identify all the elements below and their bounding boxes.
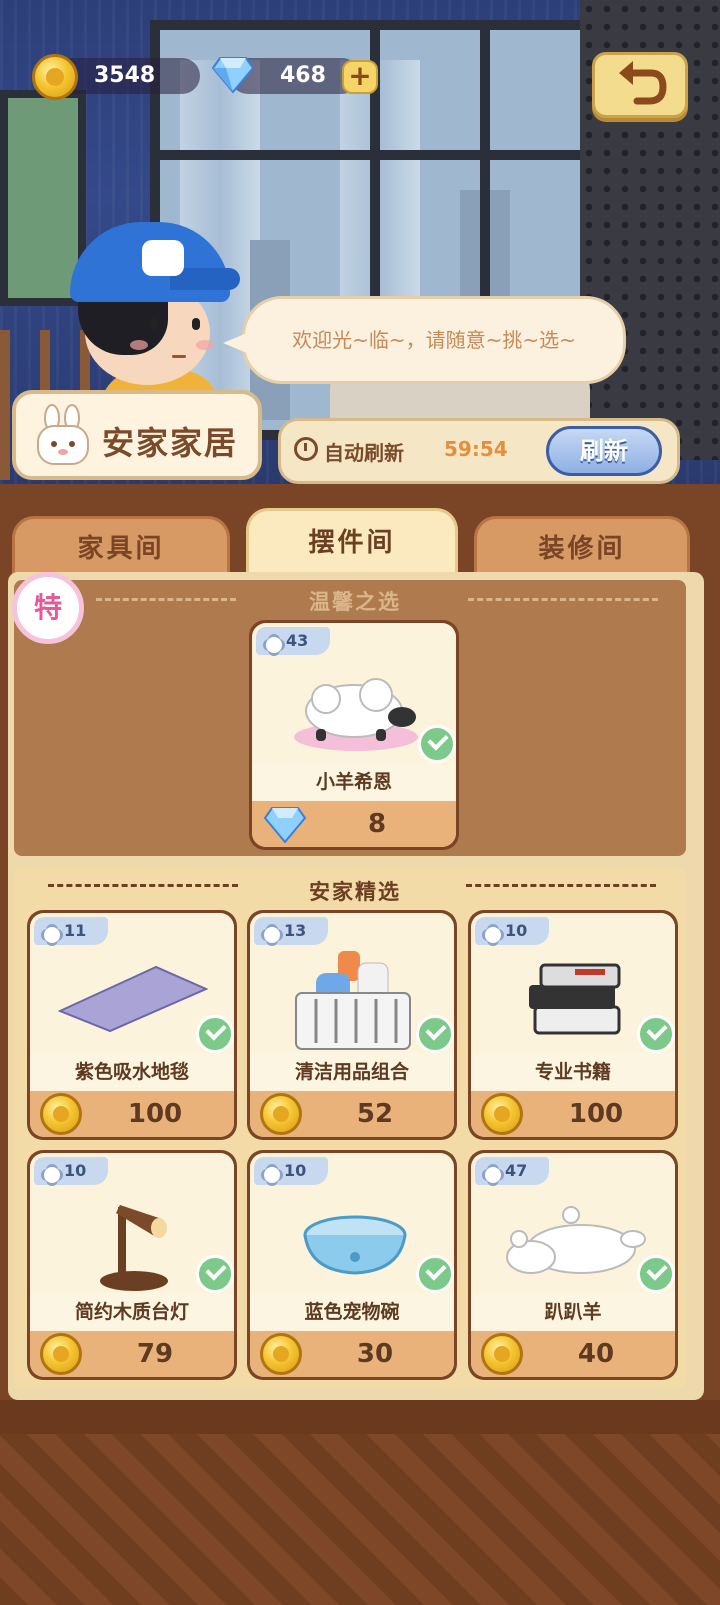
coin-icon [40,1333,82,1375]
level-flower-icon [44,927,60,943]
coin-icon [260,1333,302,1375]
floor-edge [0,1400,720,1434]
window-frame [160,150,580,160]
shop-item-card[interactable]: 10 蓝色宠物碗 30 [247,1150,457,1380]
selection-title: 安家精选 [309,880,401,904]
item-price: 79 [136,1339,174,1369]
item-name: 小羊希恩 [252,763,456,801]
shop-item-card[interactable]: 13 清洁用品组合 52 [247,910,457,1140]
shop-item-card[interactable]: 47 趴趴羊 40 [468,1150,678,1380]
level-tag: 10 [34,1157,108,1185]
price-bar: 79 [30,1331,234,1377]
tab-decorations[interactable]: 摆件间 [246,508,458,576]
item-name: 蓝色宠物碗 [250,1293,454,1331]
item-price: 52 [356,1099,394,1129]
owned-check-icon [418,725,456,763]
item-price: 30 [356,1339,394,1369]
item-price: 40 [577,1339,615,1369]
shop-name-plate: 安家家居 [12,390,262,480]
coin-amount: 3548 [94,63,156,88]
level-tag: 10 [254,1157,328,1185]
item-name: 紫色吸水地毯 [30,1053,234,1091]
level-flower-icon [44,1167,60,1183]
owned-check-icon [196,1255,234,1293]
featured-title: 温馨之选 [309,590,401,614]
divider [468,598,658,604]
price-bar: 30 [250,1331,454,1377]
back-arrow-icon [619,61,667,105]
shopkeeper-cheek [196,340,214,350]
item-name: 专业书籍 [471,1053,675,1091]
item-price: 100 [127,1099,183,1129]
level-flower-icon [266,637,282,653]
tab-renovation[interactable]: 装修间 [474,516,690,576]
level-flower-icon [485,927,501,943]
coin-icon [481,1093,523,1135]
clock-refresh-icon [294,437,318,461]
shop-name: 安家家居 [102,424,239,462]
tab-furniture[interactable]: 家具间 [12,516,230,576]
price-bar: 100 [471,1091,675,1137]
owned-check-icon [637,1255,675,1293]
coin-icon [481,1333,523,1375]
level-flower-icon [264,1167,280,1183]
owned-check-icon [196,1015,234,1053]
owned-check-icon [637,1015,675,1053]
lying-sheep-icon [506,1206,646,1274]
item-name: 简约木质台灯 [30,1293,234,1331]
level-tag: 43 [256,627,330,655]
floor-pattern [0,1434,720,1605]
shop-item-card[interactable]: 11 紫色吸水地毯 100 [27,910,237,1140]
books-icon [529,963,621,1035]
shopkeeper-eye [192,318,200,330]
level-flower-icon [485,1167,501,1183]
auto-refresh-label: 自动刷新 [324,441,404,465]
item-price: 8 [367,809,387,839]
coin-icon [260,1093,302,1135]
item-name: 趴趴羊 [471,1293,675,1331]
cap-bunny-badge [142,240,184,276]
divider [48,884,238,890]
level-tag: 10 [475,917,549,945]
divider [466,884,656,890]
special-badge: 特 [12,572,84,644]
refresh-timer: 59:54 [444,437,508,461]
level-tag: 13 [254,917,328,945]
sheep-plush-icon [294,678,418,751]
add-gems-button[interactable]: + [342,60,378,94]
cleaning-basket-icon [295,951,411,1050]
owned-check-icon [416,1015,454,1053]
shop-item-card[interactable]: 10 简约木质台灯 79 [27,1150,237,1380]
item-name: 清洁用品组合 [250,1053,454,1091]
level-tag: 47 [475,1157,549,1185]
gem-amount: 468 [280,63,326,88]
shopkeeper-eye [150,318,158,330]
price-bar: 100 [30,1091,234,1137]
bunny-logo-icon [37,404,89,465]
coin-icon [32,54,78,100]
back-button[interactable] [592,52,688,118]
pet-bowl-icon [303,1215,407,1275]
divider [96,598,236,604]
shopkeeper-mouth [172,355,186,358]
owned-check-icon [416,1255,454,1293]
price-bar: 52 [250,1091,454,1137]
shopkeeper-cheek [130,340,148,350]
level-tag: 11 [34,917,108,945]
gem-icon [212,57,254,94]
shopkeeper-speech: 欢迎光~临~，请随意~挑~选~ [223,296,626,384]
featured-item-card[interactable]: 43 小羊希恩 8 [249,620,459,850]
price-bar: 8 [252,801,456,847]
shop-item-card[interactable]: 10 专业书籍 100 [468,910,678,1140]
refresh-button[interactable]: 刷新 [546,426,662,476]
gem-icon [263,807,307,844]
rug-icon [58,965,208,1033]
level-flower-icon [264,927,280,943]
coin-icon [40,1093,82,1135]
price-bar: 40 [471,1331,675,1377]
desk-lamp-icon [100,1205,168,1291]
item-price: 100 [568,1099,624,1129]
